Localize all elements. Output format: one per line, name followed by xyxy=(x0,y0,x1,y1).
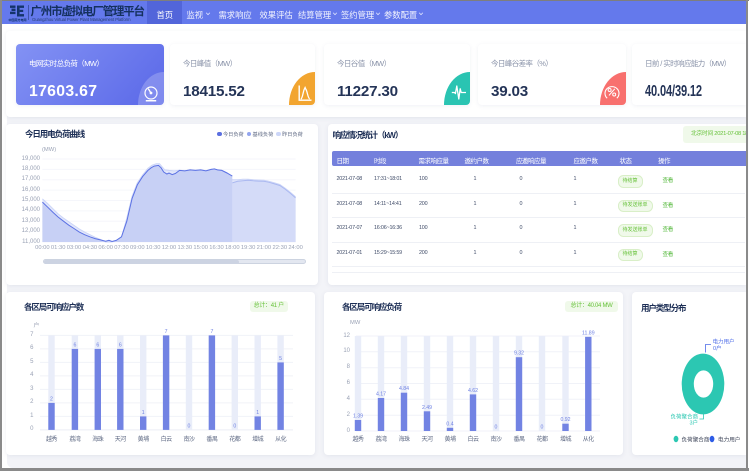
svg-text:4.62: 4.62 xyxy=(468,388,478,394)
svg-text:4.17: 4.17 xyxy=(376,392,386,398)
svg-text:0: 0 xyxy=(541,425,544,431)
svg-text:11.89: 11.89 xyxy=(582,330,595,336)
svg-text:电力用户: 电力用户 xyxy=(712,338,734,346)
svg-text:0: 0 xyxy=(495,425,498,431)
svg-text:负荷聚合商: 负荷聚合商 xyxy=(681,436,709,444)
svg-text:3户: 3户 xyxy=(689,419,698,427)
svg-text:负荷聚合商: 负荷聚合商 xyxy=(670,413,698,421)
svg-text:2.49: 2.49 xyxy=(422,405,432,411)
svg-text:0.4: 0.4 xyxy=(446,421,453,427)
svg-text:1.39: 1.39 xyxy=(353,414,363,420)
svg-text:4.84: 4.84 xyxy=(399,386,409,392)
svg-text:9.32: 9.32 xyxy=(514,351,524,357)
svg-text:电力用户: 电力用户 xyxy=(718,436,740,444)
svg-text:0户: 0户 xyxy=(713,344,722,352)
svg-text:0.92: 0.92 xyxy=(560,417,570,423)
